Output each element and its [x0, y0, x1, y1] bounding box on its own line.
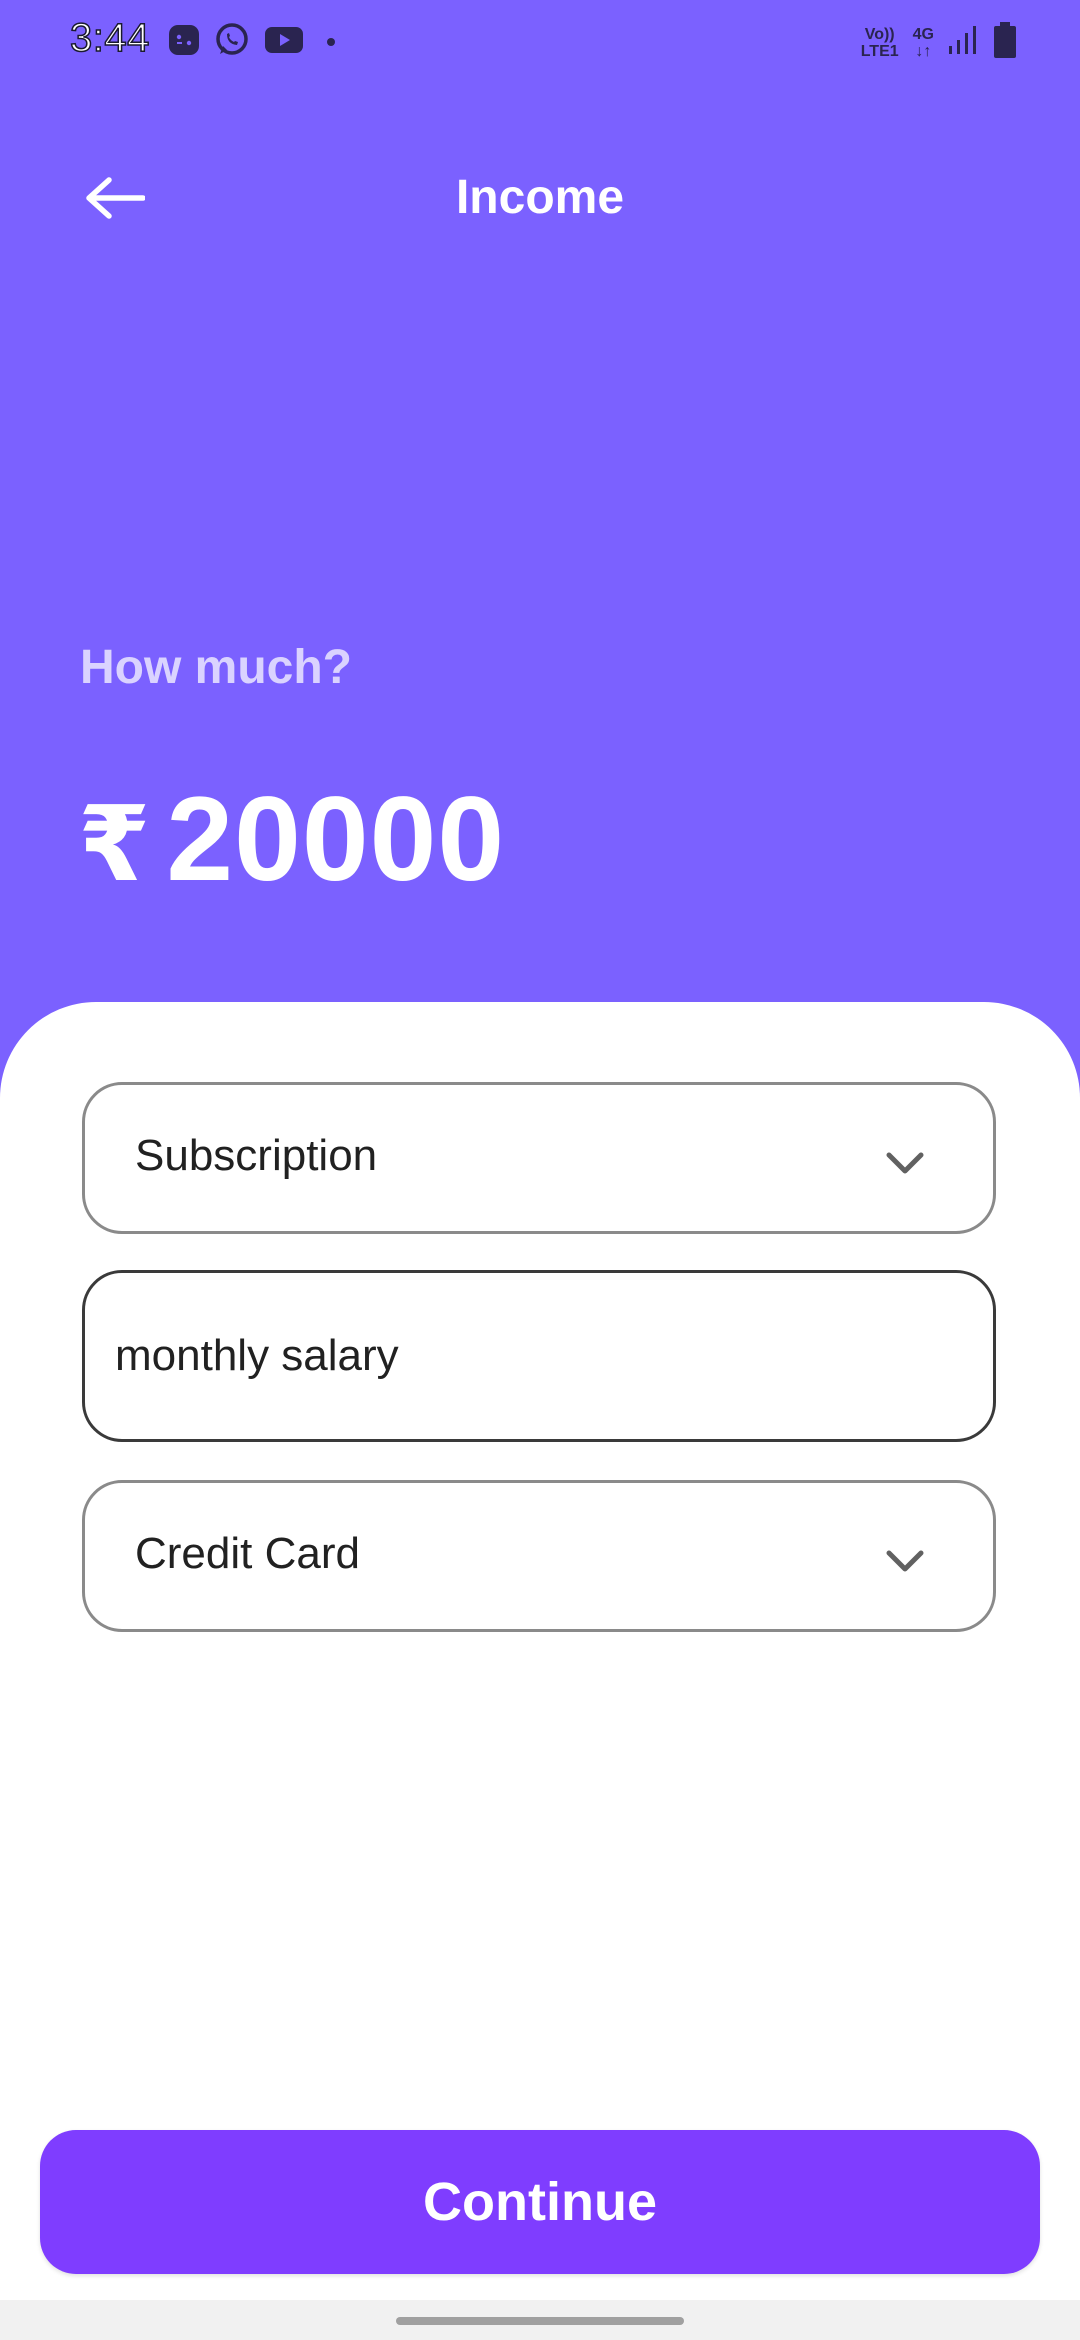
youtube-icon [264, 25, 304, 60]
currency-symbol: ₹ [78, 787, 151, 903]
status-time: 3:44 [69, 15, 150, 61]
amount-prompt: How much? [80, 641, 352, 694]
volte-top-text: Vo)) [864, 25, 895, 43]
wallet-selected-value: Credit Card [135, 1529, 360, 1578]
home-gesture-handle[interactable] [396, 2317, 684, 2325]
signal-icon [948, 24, 978, 61]
continue-label: Continue [423, 2172, 657, 2232]
volte-indicator: Vo)) LTE1 [861, 26, 899, 60]
amount-value[interactable]: 20000 [166, 770, 505, 908]
income-screen: 3:44 Vo)) LTE1 4G ↓↑ Income How much? ₹ … [0, 0, 1080, 2340]
network-type-indicator: 4G ↓↑ [913, 26, 934, 60]
description-input[interactable]: monthly salary [82, 1270, 996, 1442]
amount-display[interactable]: ₹ 20000 [78, 770, 505, 908]
volte-bottom-text: LTE1 [860, 42, 899, 60]
network-activity-arrows: ↓↑ [915, 42, 932, 60]
game-controller-icon [168, 24, 200, 61]
status-bar: 3:44 Vo)) LTE1 4G ↓↑ [0, 0, 1080, 84]
category-selected-value: Subscription [135, 1131, 378, 1180]
chevron-down-icon [883, 1541, 927, 1581]
network-type-text: 4G [912, 25, 934, 43]
whatsapp-icon [214, 22, 250, 63]
chevron-down-icon [883, 1143, 927, 1183]
battery-icon [994, 22, 1016, 63]
wallet-select[interactable]: Credit Card [82, 1480, 996, 1632]
page-title: Income [455, 171, 625, 224]
system-status-icons: Vo)) LTE1 4G ↓↑ [861, 22, 1016, 63]
notification-icons [168, 22, 336, 63]
app-bar: Income [0, 150, 1080, 250]
continue-button[interactable]: Continue [40, 2130, 1040, 2274]
category-select[interactable]: Subscription [82, 1082, 996, 1234]
description-value: monthly salary [115, 1331, 399, 1380]
dot-icon [326, 34, 336, 52]
navigation-bar [0, 2300, 1080, 2340]
